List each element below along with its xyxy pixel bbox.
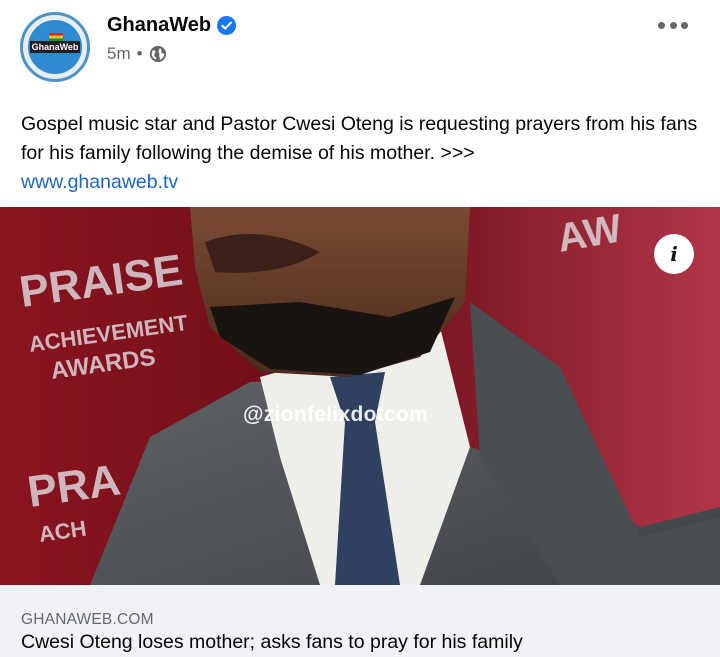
page-avatar[interactable]: GhanaWeb: [20, 12, 90, 82]
more-dot: [681, 21, 688, 29]
page-name[interactable]: GhanaWeb: [107, 14, 211, 37]
post-meta: 5m •: [107, 44, 167, 64]
more-dot: [669, 21, 677, 29]
image-illustration: PRAISE ACHIEVEMENT AWARDS PRA ACH AW: [0, 207, 720, 585]
post-time[interactable]: 5m: [107, 44, 131, 64]
link-headline[interactable]: Cwesi Oteng loses mother; asks fans to p…: [21, 631, 523, 654]
name-row: GhanaWeb: [107, 14, 237, 37]
info-icon[interactable]: i: [654, 234, 694, 274]
link-preview-card[interactable]: GHANAWEB.COM Cwesi Oteng loses mother; a…: [0, 585, 720, 657]
post-body: Gospel music star and Pastor Cwesi Oteng…: [21, 110, 711, 197]
more-dot: [658, 21, 665, 29]
verified-badge-icon: [217, 16, 237, 35]
more-options-icon[interactable]: [658, 18, 688, 32]
link-domain: GHANAWEB.COM: [21, 611, 154, 628]
globe-icon: [149, 45, 166, 63]
ghanaweb-logo: GhanaWeb: [28, 20, 82, 74]
post-text: Gospel music star and Pastor Cwesi Oteng…: [21, 113, 698, 164]
flag-icon: [49, 33, 63, 41]
avatar-logo-text: GhanaWeb: [29, 41, 81, 53]
post-image[interactable]: PRAISE ACHIEVEMENT AWARDS PRA ACH AW i @…: [0, 207, 720, 585]
post-header: GhanaWeb GhanaWeb 5m •: [0, 0, 720, 100]
image-watermark: @zionfelixdotcom: [243, 403, 429, 426]
meta-separator: •: [136, 44, 143, 63]
post-link[interactable]: www.ghanaweb.tv: [21, 168, 711, 197]
